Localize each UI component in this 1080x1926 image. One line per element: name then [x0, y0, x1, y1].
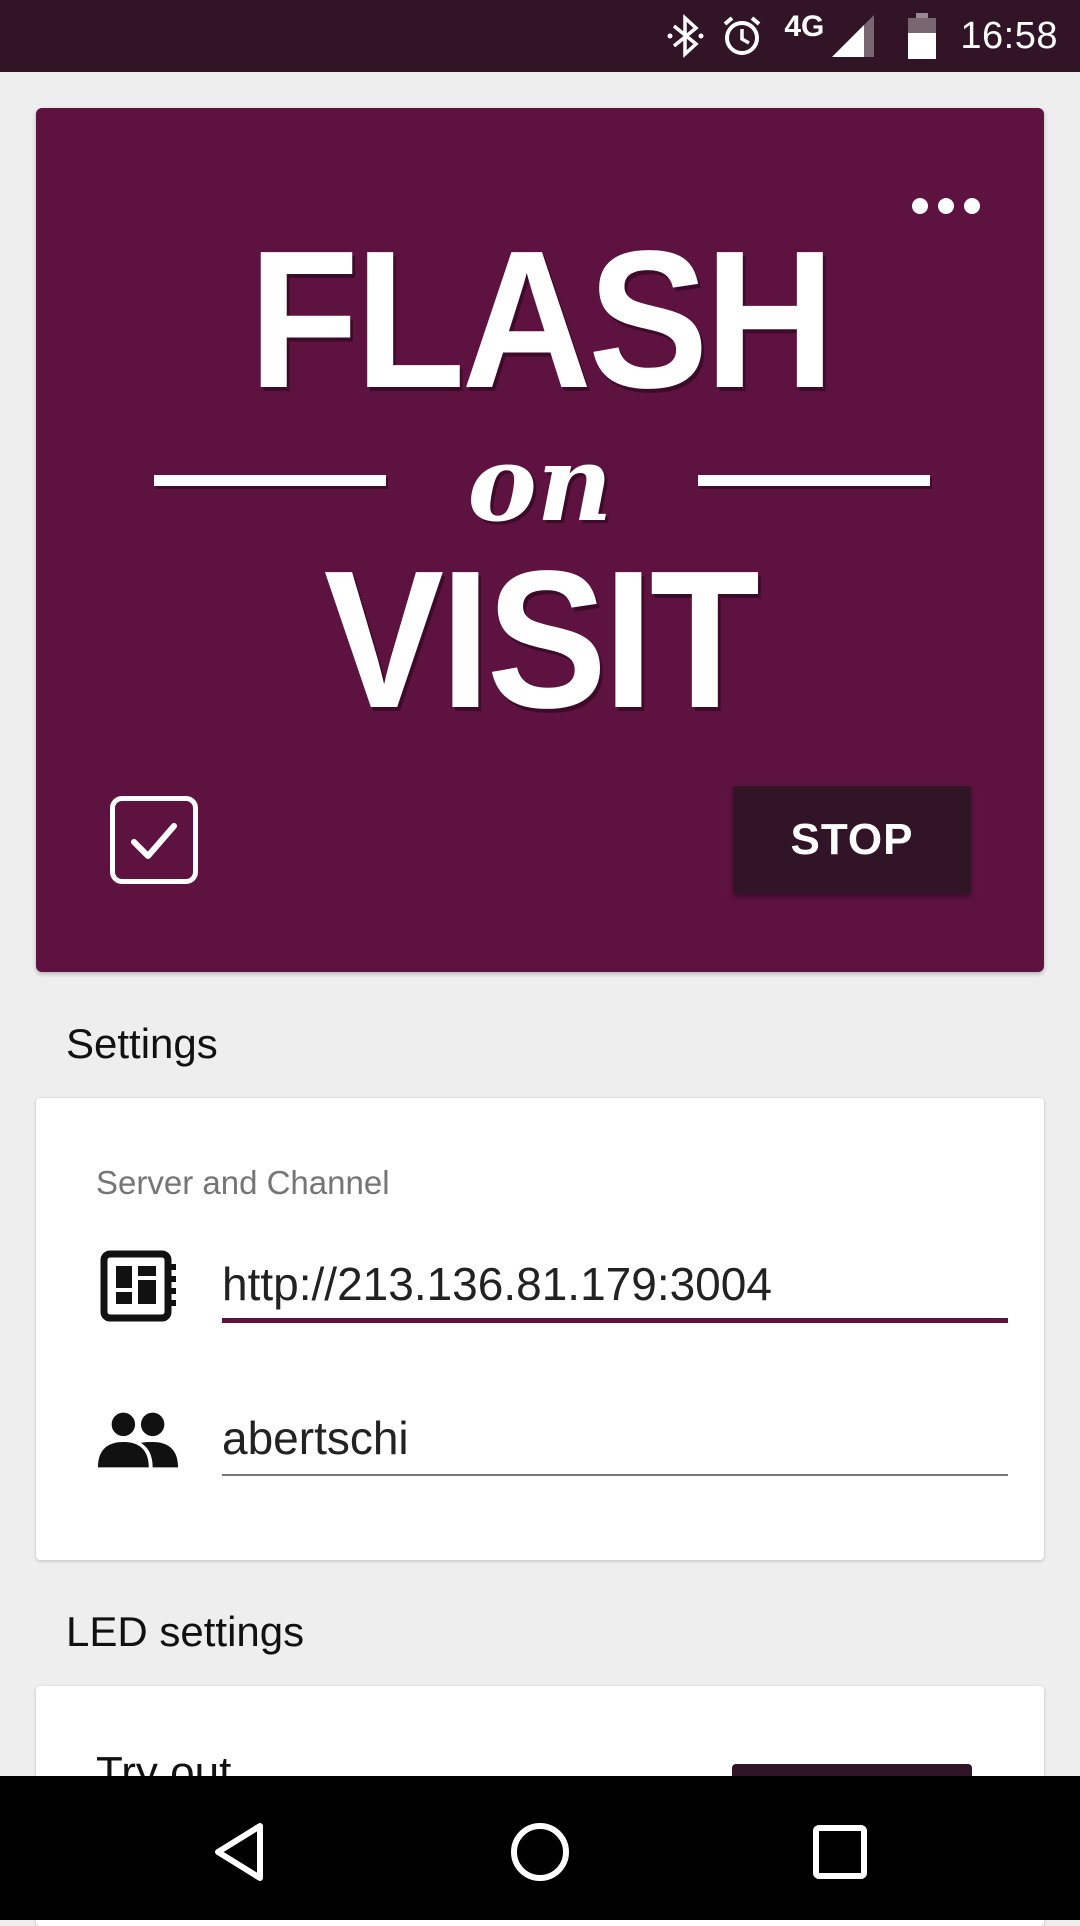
recents-icon[interactable] — [800, 1812, 880, 1892]
logo-word-visit: VISIT — [323, 530, 760, 749]
network-type: 4G — [784, 10, 825, 43]
back-icon[interactable] — [200, 1812, 280, 1892]
more-options-icon[interactable] — [904, 184, 992, 228]
stop-button[interactable]: STOP — [733, 786, 971, 894]
logo-divider-right — [698, 475, 930, 486]
alarm-icon — [720, 14, 764, 58]
server-icon — [96, 1244, 180, 1328]
checkmark-icon — [131, 823, 177, 859]
settings-title: Settings — [66, 1020, 218, 1067]
server-url-underline — [222, 1318, 1008, 1323]
led-settings-title: LED settings — [66, 1608, 305, 1655]
logo-word-flash: FLASH — [248, 210, 835, 429]
clock: 16:58 — [960, 14, 1058, 57]
status-icons: 4G 16:58 — [666, 0, 1080, 72]
group-icon — [96, 1398, 180, 1482]
bluetooth-icon — [666, 14, 706, 58]
navigation-bar — [0, 1776, 1080, 1920]
server-channel-subtitle: Server and Channel — [96, 1164, 390, 1201]
settings-card: Server and Channel — [36, 1098, 1044, 1560]
home-icon[interactable] — [500, 1812, 580, 1892]
channel-underline — [222, 1474, 1008, 1476]
signal-icon — [830, 13, 876, 59]
server-url-input[interactable] — [222, 1254, 1008, 1314]
channel-input[interactable] — [222, 1408, 1008, 1468]
enable-checkbox[interactable] — [110, 796, 198, 884]
status-bar: 4G 16:58 — [0, 0, 1080, 72]
battery-icon — [906, 13, 938, 59]
hero-card: FLASH on VISIT STOP — [36, 108, 1044, 972]
